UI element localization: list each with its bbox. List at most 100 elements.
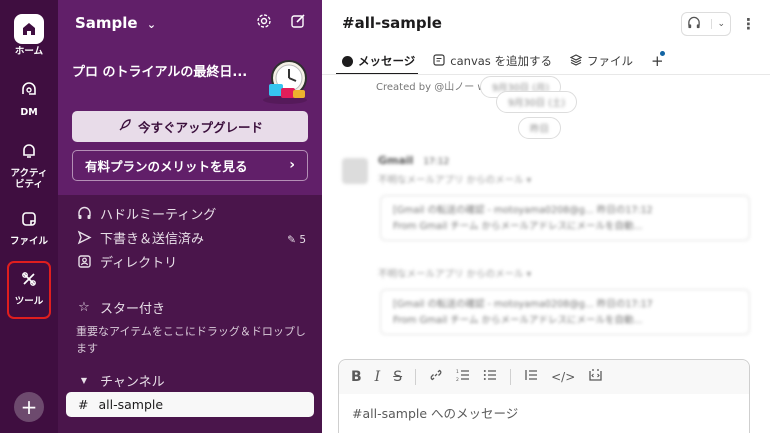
star-icon: ☆ [78,300,90,315]
sidebar-item-directory[interactable]: ディレクトリ [76,252,177,271]
rail-dm[interactable]: DM [0,75,58,118]
toolbar-divider [510,369,512,385]
sender-name: Gmail [378,154,414,167]
pencil-icon: ✎ [287,234,296,246]
channel-title[interactable]: #all-sample [342,14,442,32]
date-divider-2[interactable]: 9月30日 (土) [496,91,578,113]
send-icon [76,230,92,246]
sidebar-item-huddles[interactable]: ハドルミーティング [76,204,216,223]
tab-add-canvas[interactable]: canvas を追加する [433,52,552,70]
chevron-down-icon: ⌄ [711,19,725,29]
paid-plan-label: 有料プランのメリットを見る [85,159,248,174]
dm-icon [14,75,44,105]
code-icon[interactable]: </> [551,370,575,384]
sidebar-section-channels[interactable]: ▼ チャンネル [76,371,165,390]
sidebar-header: Sample ⌄ プロ のトライアルの最終日... 今すぐアップグレード 有料プ… [58,0,322,195]
email-card-preview: From Gmail チーム からメールアドレスにメールを自動... [393,221,643,232]
trial-promo-title: プロ のトライアルの最終日... [72,65,248,80]
message-input[interactable]: #all-sample へのメッセージ [352,403,518,422]
starred-label: スター付き [100,302,166,317]
message-sender[interactable]: Gmail 17:12 [378,154,449,167]
sidebar-item-label: 下書き＆送信済み [100,232,205,247]
workspace-name: Sample [75,14,138,32]
headphones-icon [76,206,92,222]
message-subtitle: 不明なメールアプリ からのメール ▾ [378,175,532,186]
draft-count: 5 [299,234,306,246]
strikethrough-icon[interactable]: S [393,369,402,385]
rail-dm-label: DM [20,107,38,118]
date-divider-yesterday[interactable]: 昨日 [518,117,562,139]
message-composer: B I S 12 </> #all-sample へのメッセージ [338,359,750,433]
bulleted-list-icon[interactable] [483,368,497,386]
sidebar-item-drafts[interactable]: 下書き＆送信済み [76,228,204,247]
hash-icon: # [78,397,89,412]
link-icon[interactable] [429,368,443,386]
upgrade-button[interactable]: 今すぐアップグレード [72,111,308,142]
bold-icon[interactable]: B [351,369,362,385]
upgrade-button-label: 今すぐアップグレード [137,120,263,135]
channels-label: チャンネル [100,375,165,390]
rail-home[interactable]: ホーム [0,14,58,57]
workspace-rail: ホーム DM アクティビティ ファイル ツール + [0,0,58,433]
settings-icon[interactable] [256,13,272,33]
email-card-preview: From Gmail チーム からメールアドレスにメールを自動... [393,315,643,326]
message-icon [342,55,353,67]
channel-view: #all-sample ⌄ ⋮ メッセージ canvas を追加する ファイル [322,0,770,433]
workspace-name-button[interactable]: Sample ⌄ [75,14,156,32]
tab-label: ファイル [586,54,633,68]
bell-icon [14,136,44,166]
chevron-down-icon: ⌄ [146,18,157,31]
rail-home-label: ホーム [14,46,44,57]
headphones-icon [687,15,701,34]
tabs-divider [322,74,770,75]
home-icon [14,14,44,44]
draft-count-badge: ✎ 5 [287,234,306,246]
sidebar-item-label: ハドルミーティング [100,208,217,223]
channel-sidebar: Sample ⌄ プロ のトライアルの最終日... 今すぐアップグレード 有料プ… [58,0,322,433]
directory-icon [76,254,92,270]
rail-files-label: ファイル [9,236,48,247]
clock-illustration-icon [255,56,313,106]
sidebar-section-starred[interactable]: ☆ スター付き [76,298,165,317]
add-workspace-button[interactable]: + [14,392,44,422]
channel-created-text: Created by @山ノー wi [376,82,489,93]
svg-text:2: 2 [456,377,459,382]
chevron-right-icon: › [289,157,295,173]
code-block-icon[interactable] [588,368,603,386]
tab-files[interactable]: ファイル [569,52,633,70]
paid-plan-benefits-button[interactable]: 有料プランのメリットを見る › [72,150,308,181]
sidebar-item-label: ディレクトリ [100,256,178,271]
avatar[interactable] [342,158,368,184]
caret-down-icon: ▼ [80,376,88,385]
italic-icon[interactable]: I [375,369,381,385]
email-attachment-card[interactable]: [Gmail の転送の確認 - motoyama0208@g... 昨日の17:… [380,195,750,241]
rail-activity[interactable]: アクティビティ [0,136,58,190]
email-card-title: [Gmail の転送の確認 - motoyama0208@g... 昨日の17:… [393,299,653,310]
channel-name: all-sample [98,397,164,412]
email-attachment-card[interactable]: [Gmail の転送の確認 - motoyama0208@g... 昨日の17:… [380,289,750,335]
huddle-button[interactable]: ⌄ [681,12,731,36]
starred-hint-text: 重要なアイテムをここにドラッグ＆ドロップします [76,325,306,355]
plus-icon: + [20,395,38,419]
tab-messages[interactable]: メッセージ [342,52,415,70]
toolbar-divider [415,369,417,385]
tab-add[interactable]: + [651,51,665,70]
rocket-icon [117,118,132,136]
rail-files[interactable]: ファイル [0,204,58,247]
compose-icon[interactable] [290,13,306,33]
rail-activity-label: アクティビティ [10,168,48,190]
date-label: 昨日 [530,124,550,135]
more-options-icon[interactable]: ⋮ [741,15,756,33]
message-subtitle: 不明なメールアプリ からのメール ▾ [378,269,532,280]
blockquote-icon[interactable] [524,368,538,386]
message-time: 17:12 [423,157,450,167]
canvas-icon [433,53,445,69]
notification-dot [659,51,665,56]
sidebar-item-all-sample[interactable]: # all-sample [66,392,314,417]
email-card-title: [Gmail の転送の確認 - motoyama0208@g... 昨日の17:… [393,205,653,216]
tools-highlight-box [7,261,51,319]
formatting-toolbar: B I S 12 </> [339,360,749,394]
channel-tabs: メッセージ canvas を追加する ファイル + [342,51,665,70]
ordered-list-icon[interactable]: 12 [456,368,470,386]
tab-label: canvas を追加する [450,54,552,68]
